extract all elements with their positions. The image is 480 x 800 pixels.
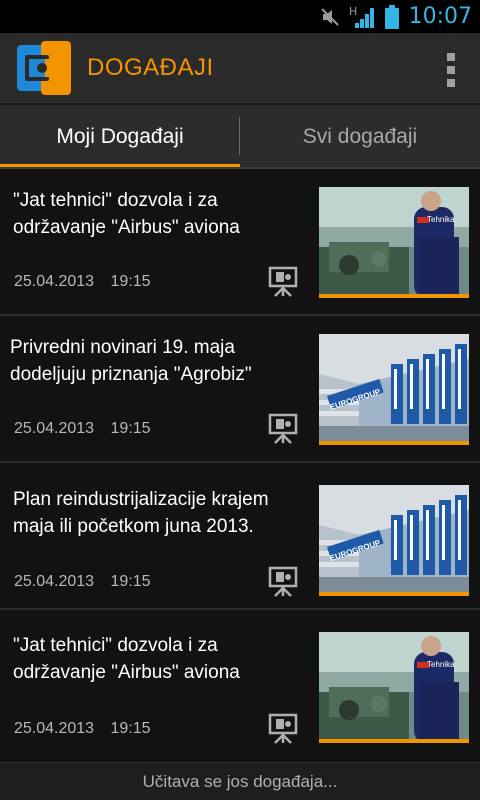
tab-label: Moji Događaji [56,125,184,148]
overflow-dot [447,79,455,87]
thumb-text: Tehnika [427,660,455,669]
tab-bar: Moji Događaji Svi događaji [0,105,480,169]
battery-icon [384,4,399,29]
news-date: 25.04.2013 [14,573,95,590]
news-date: 25.04.2013 [14,720,95,737]
news-time: 19:15 [110,420,151,437]
news-list: "Jat tehnici" dozvola i za održavanje "A… [0,169,480,757]
status-time: 10:07 [408,4,472,29]
thumb-text: Tehnika [427,215,455,224]
news-title-line: održavanje "Airbus" aviona [13,662,240,683]
news-time: 19:15 [110,720,151,737]
signal-icon: H [349,5,377,29]
news-title-line: Privredni novinari 19. maja [10,337,235,358]
presentation-board-icon[interactable] [268,413,298,445]
tab-moji-dogadjaji[interactable]: Moji Događaji [0,105,240,169]
news-time: 19:15 [110,573,151,590]
presentation-board-icon[interactable] [268,566,298,598]
eurogroup-flags-thumb: EUROGROUP [319,334,469,445]
action-bar: DOGAĐAJI [0,33,480,105]
list-item[interactable]: Plan reindustrijalizacije krajem maja il… [0,463,480,610]
tab-divider [239,117,240,155]
app-title: DOGAĐAJI [87,54,214,81]
status-bar: H 10:07 [0,0,480,33]
news-title: "Jat tehnici" dozvola i za održavanje "A… [13,632,308,686]
news-meta: 25.04.2013 19:15 [14,720,151,738]
list-item[interactable]: Privredni novinari 19. maja dodeljuju pr… [0,316,480,463]
news-date: 25.04.2013 [14,420,95,437]
news-meta: 25.04.2013 19:15 [14,273,151,291]
app-logo-icon[interactable] [15,39,73,97]
news-title: Privredni novinari 19. maja dodeljuju pr… [10,334,305,388]
list-item[interactable]: "Jat tehnici" dozvola i za održavanje "A… [0,169,480,316]
overflow-dot [447,53,455,61]
network-type-label: H [349,5,357,18]
news-meta: 25.04.2013 19:15 [14,420,151,438]
news-title: "Jat tehnici" dozvola i za održavanje "A… [13,187,308,241]
load-more-indicator: Učitava se jos događaja... [0,762,480,800]
news-title-line: "Jat tehnici" dozvola i za [13,635,218,656]
news-title: Plan reindustrijalizacije krajem maja il… [13,486,308,540]
overflow-menu-button[interactable] [444,53,458,87]
news-meta: 25.04.2013 19:15 [14,573,151,591]
news-time: 19:15 [110,273,151,290]
load-more-label: Učitava se jos događaja... [142,771,338,791]
mute-icon [319,6,341,28]
tab-label: Svi događaji [302,125,418,148]
jat-tehnika-thumb: Tehnika [319,632,469,743]
overflow-dot [447,66,455,74]
news-title-line: održavanje "Airbus" aviona [13,217,240,238]
news-title-line: Plan reindustrijalizacije krajem [13,489,269,510]
news-title-line: "Jat tehnici" dozvola i za [13,190,218,211]
jat-tehnika-thumb: Tehnika [319,187,469,298]
presentation-board-icon[interactable] [268,713,298,745]
tab-svi-dogadjaji[interactable]: Svi događaji [240,105,480,169]
news-title-line: dodeljuju priznanja "Agrobiz" [10,364,252,385]
list-item[interactable]: "Jat tehnici" dozvola i za održavanje "A… [0,610,480,757]
news-date: 25.04.2013 [14,273,95,290]
presentation-board-icon[interactable] [268,266,298,298]
eurogroup-flags-thumb: EUROGROUP [319,485,469,596]
news-title-line: maja ili početkom juna 2013. [13,516,254,537]
